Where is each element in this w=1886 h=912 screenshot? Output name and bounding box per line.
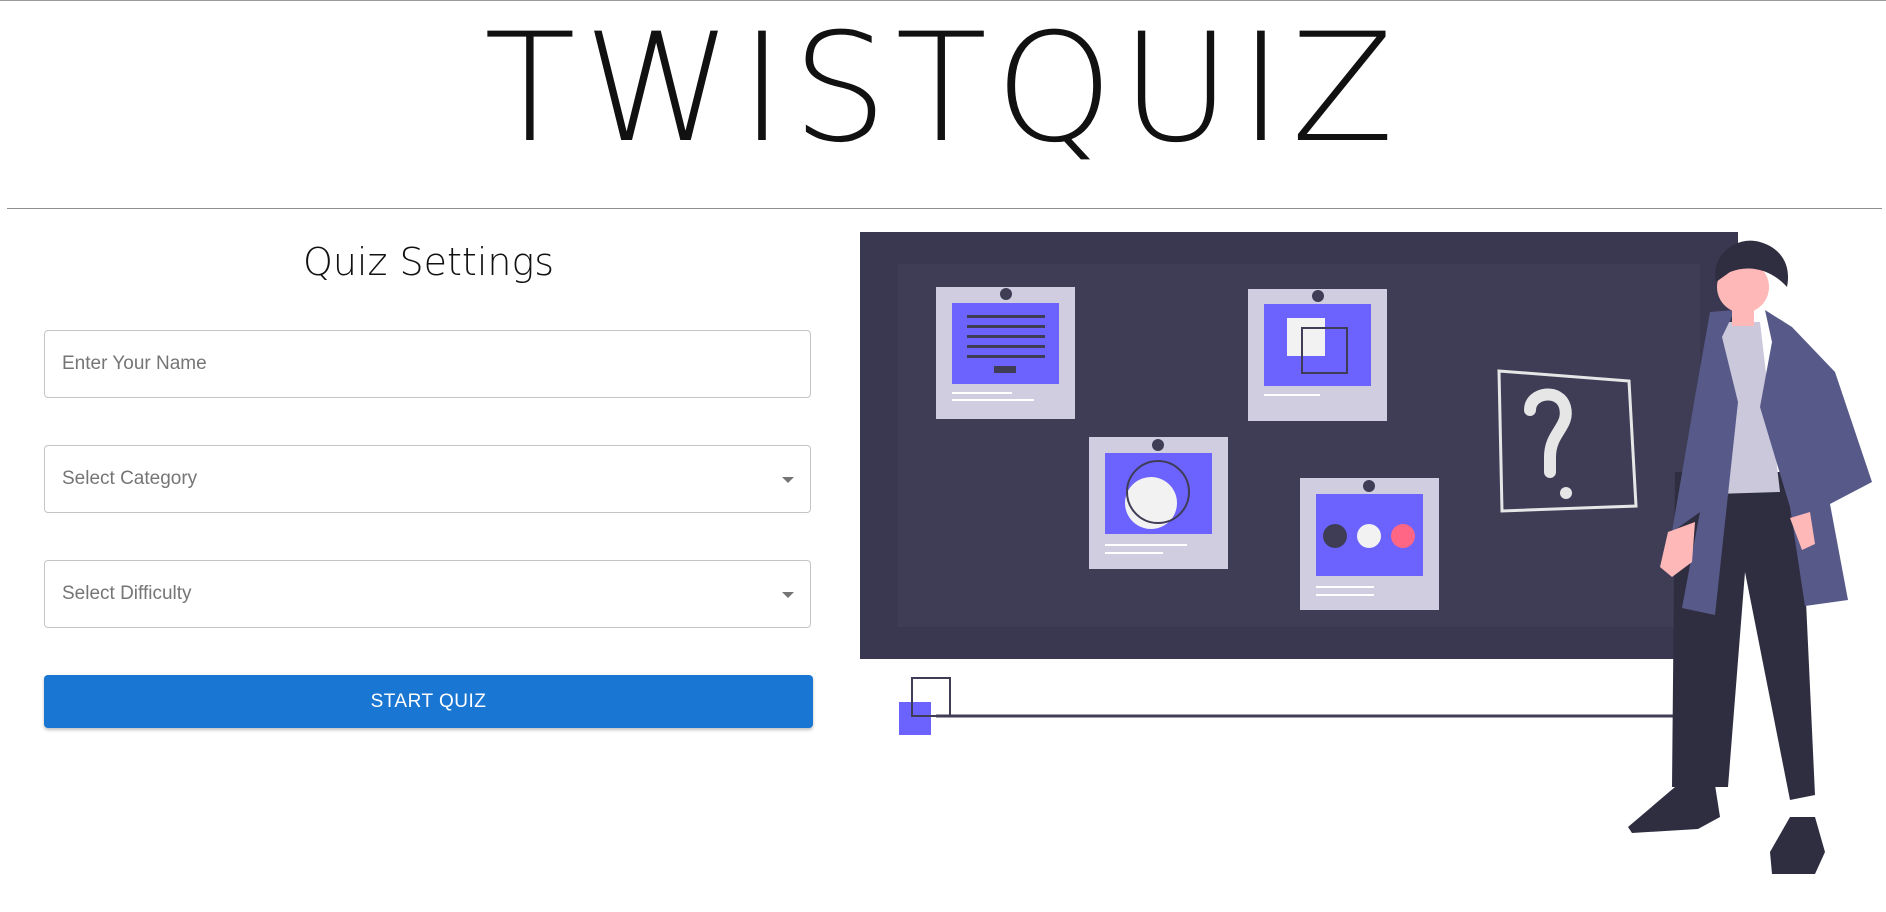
header: TWISTQUIZ [0, 0, 1886, 208]
note-card-circle [1089, 437, 1228, 569]
app-title: TWISTQUIZ [484, 2, 1402, 176]
quiz-illustration [860, 232, 1886, 907]
settings-heading: Quiz Settings [302, 240, 555, 284]
floor-line [899, 677, 1680, 735]
difficulty-placeholder: Select Difficulty [62, 583, 192, 604]
difficulty-select[interactable]: Select Difficulty [44, 560, 811, 628]
name-placeholder: Enter Your Name [62, 353, 207, 374]
chevron-down-icon [782, 477, 794, 483]
quiz-settings-panel: Quiz Settings Enter Your Name Select Cat… [44, 232, 813, 728]
chevron-down-icon [782, 592, 794, 598]
note-card-squares [1248, 289, 1387, 421]
header-divider [7, 208, 1882, 209]
note-card-text [936, 287, 1075, 419]
category-placeholder: Select Category [62, 468, 198, 489]
illustration-svg [860, 232, 1872, 874]
note-card-dots [1300, 478, 1439, 610]
category-select[interactable]: Select Category [44, 445, 811, 513]
name-field[interactable]: Enter Your Name [44, 330, 811, 398]
start-quiz-button[interactable]: START QUIZ [44, 675, 813, 728]
